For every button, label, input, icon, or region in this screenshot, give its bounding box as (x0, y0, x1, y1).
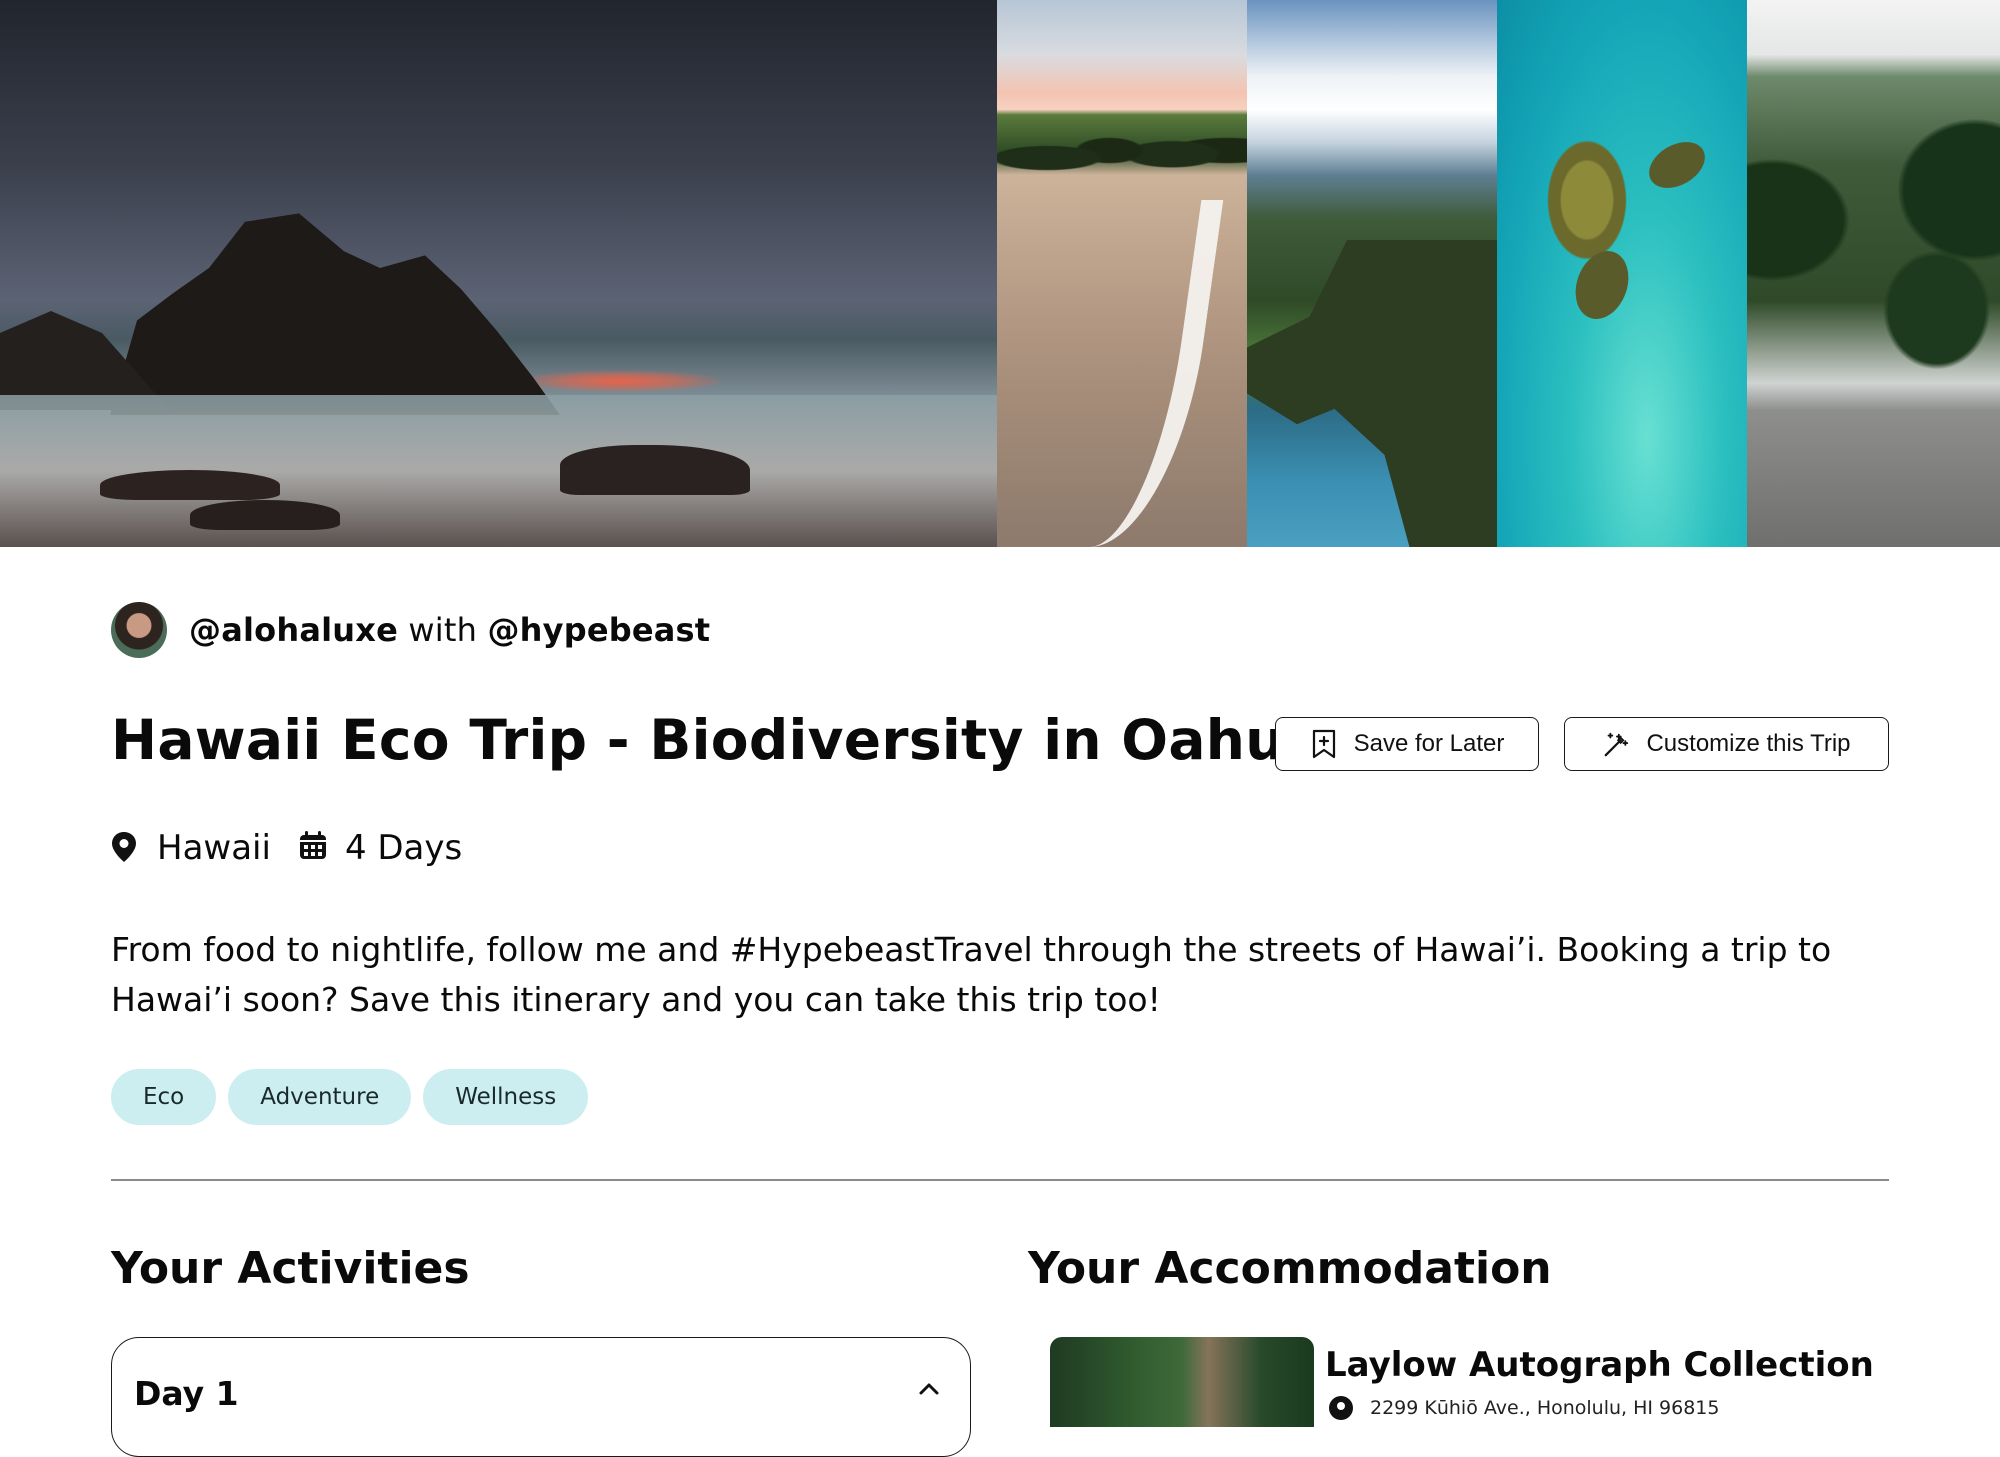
tag-list: Eco Adventure Wellness (111, 1069, 600, 1125)
hotel-address-text: 2299 Kūhiō Ave., Honolulu, HI 96815 (1370, 1397, 1720, 1419)
save-for-later-button[interactable]: Save for Later (1275, 717, 1539, 771)
green-cliff (1247, 240, 1497, 547)
author-byline: @alohaluxe with @hypebeast (111, 601, 710, 659)
trip-location: Hawaii (111, 828, 271, 868)
gallery-image-palm-road[interactable] (1747, 0, 2000, 547)
bookmark-plus-icon (1310, 729, 1338, 759)
author-text: @alohaluxe with @hypebeast (189, 611, 710, 649)
sunset-glow (520, 370, 720, 392)
gallery-image-coast[interactable] (1247, 0, 1497, 547)
hero-main-image[interactable] (0, 0, 997, 547)
customize-trip-label: Customize this Trip (1646, 730, 1851, 757)
author-connector: with (408, 611, 478, 649)
avatar[interactable] (111, 602, 167, 658)
magic-wand-icon (1602, 729, 1630, 759)
day-label: Day 1 (134, 1374, 239, 1413)
tag-wellness[interactable]: Wellness (423, 1069, 589, 1125)
trip-duration: 4 Days (299, 828, 462, 868)
section-divider (111, 1179, 1889, 1181)
map-pin-icon (1328, 1395, 1354, 1421)
hotel-image[interactable] (1050, 1337, 1314, 1427)
day-accordion[interactable]: Day 1 (111, 1337, 971, 1457)
hero-gallery (0, 0, 2000, 547)
chevron-up-icon[interactable] (914, 1374, 944, 1404)
partner-handle[interactable]: @hypebeast (487, 611, 710, 649)
gallery-image-turtle[interactable] (1497, 0, 1747, 547)
save-for-later-label: Save for Later (1353, 730, 1505, 757)
foreground-rock (100, 470, 280, 500)
sea-rock (110, 213, 560, 415)
author-handle[interactable]: @alohaluxe (189, 611, 398, 649)
trip-meta: Hawaii 4 Days (111, 828, 462, 868)
hotel-address: 2299 Kūhiō Ave., Honolulu, HI 96815 (1328, 1395, 1720, 1421)
palm-trees (997, 128, 1247, 203)
location-text: Hawaii (157, 828, 271, 868)
accommodation-heading: Your Accommodation (1028, 1243, 1552, 1294)
turtle-flipper (1641, 132, 1713, 198)
hotel-name[interactable]: Laylow Autograph Collection (1325, 1345, 1874, 1385)
tag-eco[interactable]: Eco (111, 1069, 217, 1125)
shoreline-wave (1032, 200, 1224, 547)
activities-heading: Your Activities (111, 1243, 470, 1294)
foreground-rock (190, 500, 340, 530)
trip-description: From food to nightlife, follow me and #H… (111, 930, 1832, 1019)
calendar-icon (299, 831, 329, 865)
gallery-image-beach[interactable] (997, 0, 1247, 547)
duration-text: 4 Days (344, 828, 463, 868)
map-pin-icon (111, 831, 141, 865)
tag-adventure[interactable]: Adventure (228, 1069, 412, 1125)
foreground-rock (560, 445, 750, 495)
customize-trip-button[interactable]: Customize this Trip (1564, 717, 1889, 771)
page-title: Hawaii Eco Trip - Biodiversity in Oahu (111, 708, 1285, 772)
palm-trees (1747, 100, 2000, 400)
